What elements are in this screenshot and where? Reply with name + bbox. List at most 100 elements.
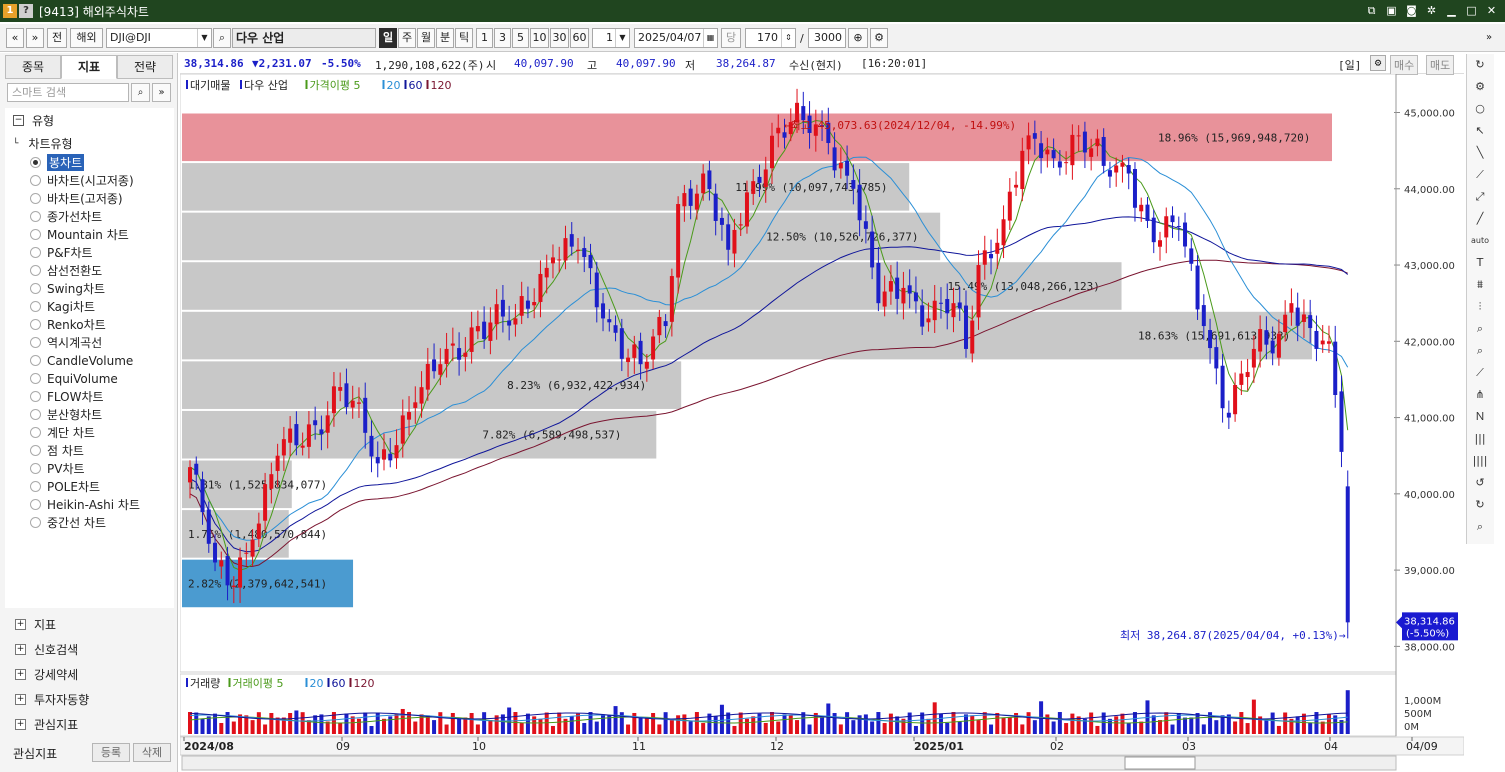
- search-icon[interactable]: ⌕: [1467, 516, 1493, 538]
- radio-icon[interactable]: [30, 283, 41, 294]
- period-month-button[interactable]: 월: [417, 28, 435, 48]
- sell-button[interactable]: 매도: [1426, 55, 1455, 75]
- grid-lines-icon[interactable]: ||||: [1467, 450, 1493, 472]
- smart-search-input[interactable]: 스마트 검색: [7, 83, 129, 102]
- refresh-icon[interactable]: ↻: [1467, 54, 1493, 76]
- radio-icon[interactable]: [30, 211, 41, 222]
- search-icon[interactable]: ⌕: [213, 28, 231, 48]
- radio-icon[interactable]: [30, 463, 41, 474]
- chart-type-item[interactable]: 분산형차트: [30, 406, 102, 423]
- radio-icon[interactable]: [30, 319, 41, 330]
- candlestick-chart[interactable]: 대기매물 다우 산업 가격이평 5 20 60 120 거래량 거래이평 5 20 60 120 2.…: [180, 74, 1464, 772]
- undo-icon[interactable]: ↺: [1467, 472, 1493, 494]
- radio-icon[interactable]: [30, 247, 41, 258]
- text-tool-icon[interactable]: T: [1467, 252, 1493, 274]
- chart-type-item[interactable]: 봉차트: [30, 154, 85, 171]
- screenshot-icon[interactable]: ◙: [1404, 3, 1419, 18]
- radio-icon[interactable]: [30, 499, 41, 510]
- chart-type-item[interactable]: 바차트(고저종): [30, 190, 123, 207]
- app-number-icon[interactable]: 1: [3, 4, 17, 18]
- chart-type-item[interactable]: 바차트(시고저종): [30, 172, 134, 189]
- interval-5-button[interactable]: 5: [512, 28, 529, 48]
- section-2[interactable]: + 강세약세: [5, 662, 174, 686]
- interval-30-button[interactable]: 30: [550, 28, 569, 48]
- chart-type-item[interactable]: PV차트: [30, 460, 85, 477]
- radio-icon[interactable]: [30, 445, 41, 456]
- chart-type-item[interactable]: 중간선 차트: [30, 514, 106, 531]
- chart-type-item[interactable]: Mountain 차트: [30, 226, 129, 243]
- bar-tool-icon[interactable]: ⫶: [1467, 296, 1493, 318]
- radio-icon[interactable]: [30, 157, 41, 168]
- section-3[interactable]: + 투자자동향: [5, 687, 174, 711]
- candle-tool-icon[interactable]: ⩩: [1467, 274, 1493, 296]
- redo-icon[interactable]: ↻: [1467, 494, 1493, 516]
- vertical-lines-icon[interactable]: |||: [1467, 428, 1493, 450]
- fibonacci-icon[interactable]: ⟋: [1467, 362, 1493, 384]
- expand-icon[interactable]: +: [15, 668, 26, 680]
- current-button[interactable]: 당: [721, 28, 741, 48]
- search-icon[interactable]: ⌕: [131, 83, 150, 102]
- chart-type-item[interactable]: 종가선차트: [30, 208, 102, 225]
- chart-type-item[interactable]: 삼선전환도: [30, 262, 102, 279]
- chart-type-item[interactable]: 점 차트: [30, 442, 84, 459]
- chart-type-item[interactable]: Swing차트: [30, 280, 105, 297]
- trend-line-icon[interactable]: ⟋: [1467, 164, 1493, 186]
- chevron-down-icon[interactable]: »: [152, 83, 171, 102]
- buy-button[interactable]: 매수: [1390, 55, 1419, 75]
- chart-type-item[interactable]: P&F차트: [30, 244, 93, 261]
- chevron-down-icon[interactable]: ▼: [615, 29, 629, 47]
- chart-type-item[interactable]: CandleVolume: [30, 352, 133, 369]
- stepper-icon[interactable]: ⇕: [781, 29, 795, 47]
- tab-stock[interactable]: 종목: [5, 55, 61, 79]
- symbol-input[interactable]: DJI@DJI ▼: [106, 28, 212, 48]
- radio-icon[interactable]: [30, 265, 41, 276]
- expand-icon[interactable]: +: [15, 693, 26, 705]
- link-icon[interactable]: ⧉: [1364, 3, 1379, 18]
- maximize-icon[interactable]: □: [1464, 3, 1479, 18]
- radio-icon[interactable]: [30, 355, 41, 366]
- zigzag-icon[interactable]: Ｎ: [1467, 406, 1493, 428]
- section-0[interactable]: + 지표: [5, 612, 174, 636]
- interval-10-button[interactable]: 10: [530, 28, 549, 48]
- magnify-icon[interactable]: ⌕: [1467, 340, 1493, 362]
- zoom-in-icon[interactable]: ⊕: [848, 28, 868, 48]
- radio-icon[interactable]: [30, 337, 41, 348]
- radio-icon[interactable]: [30, 301, 41, 312]
- delete-button[interactable]: 삭제: [133, 743, 171, 762]
- radio-icon[interactable]: [30, 517, 41, 528]
- radio-icon[interactable]: [30, 409, 41, 420]
- gear-icon[interactable]: ⚙: [870, 28, 888, 48]
- auto-line-icon[interactable]: auto: [1467, 230, 1493, 252]
- chart-type-item[interactable]: Kagi차트: [30, 298, 95, 315]
- chevron-down-icon[interactable]: ▼: [197, 29, 211, 47]
- radio-icon[interactable]: [30, 229, 41, 240]
- chart-type-item[interactable]: Heikin-Ashi 차트: [30, 496, 140, 513]
- diagonal-line-icon[interactable]: ╱: [1467, 208, 1493, 230]
- chart-type-item[interactable]: 역시계곡선: [30, 334, 102, 351]
- chart-type-item[interactable]: Renko차트: [30, 316, 106, 333]
- tree-group[interactable]: └ 차트유형: [13, 135, 73, 152]
- chart-type-item[interactable]: POLE차트: [30, 478, 100, 495]
- calendar-icon[interactable]: ▦: [703, 29, 717, 47]
- expand-icon[interactable]: »: [1486, 32, 1492, 43]
- interval-1-button[interactable]: 1: [476, 28, 493, 48]
- nav-prev-button[interactable]: «: [6, 28, 24, 48]
- expand-icon[interactable]: +: [15, 618, 26, 630]
- ray-line-icon[interactable]: ⤢: [1467, 186, 1493, 208]
- zoom-icon[interactable]: ⌕: [1467, 318, 1493, 340]
- tree-root[interactable]: − 유형: [13, 112, 54, 129]
- collapse-icon[interactable]: −: [13, 115, 24, 126]
- expand-icon[interactable]: +: [15, 718, 26, 730]
- market-button[interactable]: 해외: [70, 28, 103, 48]
- copy-icon[interactable]: ▣: [1384, 3, 1399, 18]
- chart-type-item[interactable]: EquiVolume: [30, 370, 118, 387]
- radio-icon[interactable]: [30, 427, 41, 438]
- interval-3-button[interactable]: 3: [494, 28, 511, 48]
- pitchfork-icon[interactable]: ⋔: [1467, 384, 1493, 406]
- interval-60-button[interactable]: 60: [570, 28, 589, 48]
- period-minute-button[interactable]: 분: [436, 28, 454, 48]
- tab-indicator[interactable]: 지표: [61, 55, 117, 79]
- period-day-button[interactable]: 일: [379, 28, 397, 48]
- tab-strategy[interactable]: 전략: [117, 55, 173, 79]
- radio-icon[interactable]: [30, 481, 41, 492]
